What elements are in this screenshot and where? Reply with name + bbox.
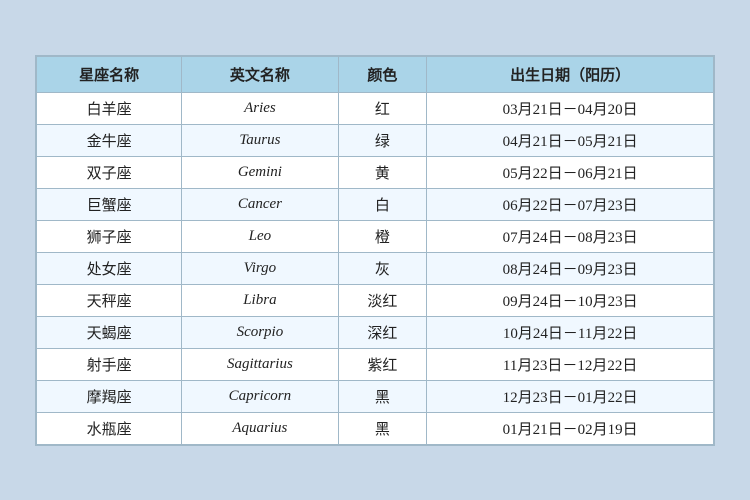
table-row: 狮子座Leo橙07月24日－08月23日 <box>37 220 714 252</box>
table-cell: 09月24日－10月23日 <box>427 284 714 316</box>
table-cell: 天秤座 <box>37 284 182 316</box>
table-cell: 处女座 <box>37 252 182 284</box>
table-cell: 黑 <box>338 380 427 412</box>
table-cell: Aquarius <box>182 412 338 444</box>
table-cell: Cancer <box>182 188 338 220</box>
table-cell: 橙 <box>338 220 427 252</box>
table-row: 摩羯座Capricorn黑12月23日－01月22日 <box>37 380 714 412</box>
table-cell: Scorpio <box>182 316 338 348</box>
table-cell: 06月22日－07月23日 <box>427 188 714 220</box>
table-row: 双子座Gemini黄05月22日－06月21日 <box>37 156 714 188</box>
table-cell: 深红 <box>338 316 427 348</box>
table-row: 处女座Virgo灰08月24日－09月23日 <box>37 252 714 284</box>
zodiac-table-wrapper: 星座名称英文名称颜色出生日期（阳历） 白羊座Aries红03月21日－04月20… <box>35 55 715 446</box>
table-cell: Virgo <box>182 252 338 284</box>
table-cell: 12月23日－01月22日 <box>427 380 714 412</box>
table-cell: 白羊座 <box>37 92 182 124</box>
table-cell: 射手座 <box>37 348 182 380</box>
table-cell: 04月21日－05月21日 <box>427 124 714 156</box>
table-cell: 红 <box>338 92 427 124</box>
table-cell: Capricorn <box>182 380 338 412</box>
table-cell: 白 <box>338 188 427 220</box>
table-cell: 灰 <box>338 252 427 284</box>
table-cell: 双子座 <box>37 156 182 188</box>
table-cell: 黑 <box>338 412 427 444</box>
table-row: 白羊座Aries红03月21日－04月20日 <box>37 92 714 124</box>
table-cell: 11月23日－12月22日 <box>427 348 714 380</box>
table-row: 射手座Sagittarius紫红11月23日－12月22日 <box>37 348 714 380</box>
table-cell: Aries <box>182 92 338 124</box>
table-cell: 07月24日－08月23日 <box>427 220 714 252</box>
table-cell: 天蝎座 <box>37 316 182 348</box>
table-cell: Leo <box>182 220 338 252</box>
table-cell: Libra <box>182 284 338 316</box>
table-cell: 03月21日－04月20日 <box>427 92 714 124</box>
table-cell: 10月24日－11月22日 <box>427 316 714 348</box>
table-header-cell: 颜色 <box>338 56 427 92</box>
table-cell: Taurus <box>182 124 338 156</box>
table-cell: 紫红 <box>338 348 427 380</box>
table-cell: Gemini <box>182 156 338 188</box>
table-cell: 淡红 <box>338 284 427 316</box>
zodiac-table: 星座名称英文名称颜色出生日期（阳历） 白羊座Aries红03月21日－04月20… <box>36 56 714 445</box>
table-row: 金牛座Taurus绿04月21日－05月21日 <box>37 124 714 156</box>
table-cell: 05月22日－06月21日 <box>427 156 714 188</box>
table-row: 巨蟹座Cancer白06月22日－07月23日 <box>37 188 714 220</box>
table-row: 天秤座Libra淡红09月24日－10月23日 <box>37 284 714 316</box>
table-cell: Sagittarius <box>182 348 338 380</box>
table-cell: 水瓶座 <box>37 412 182 444</box>
table-row: 天蝎座Scorpio深红10月24日－11月22日 <box>37 316 714 348</box>
table-header-cell: 出生日期（阳历） <box>427 56 714 92</box>
table-header-cell: 星座名称 <box>37 56 182 92</box>
table-cell: 01月21日－02月19日 <box>427 412 714 444</box>
table-cell: 金牛座 <box>37 124 182 156</box>
table-body: 白羊座Aries红03月21日－04月20日金牛座Taurus绿04月21日－0… <box>37 92 714 444</box>
table-cell: 绿 <box>338 124 427 156</box>
table-cell: 狮子座 <box>37 220 182 252</box>
table-cell: 巨蟹座 <box>37 188 182 220</box>
table-cell: 08月24日－09月23日 <box>427 252 714 284</box>
table-cell: 黄 <box>338 156 427 188</box>
table-row: 水瓶座Aquarius黑01月21日－02月19日 <box>37 412 714 444</box>
table-header-cell: 英文名称 <box>182 56 338 92</box>
table-cell: 摩羯座 <box>37 380 182 412</box>
table-header-row: 星座名称英文名称颜色出生日期（阳历） <box>37 56 714 92</box>
